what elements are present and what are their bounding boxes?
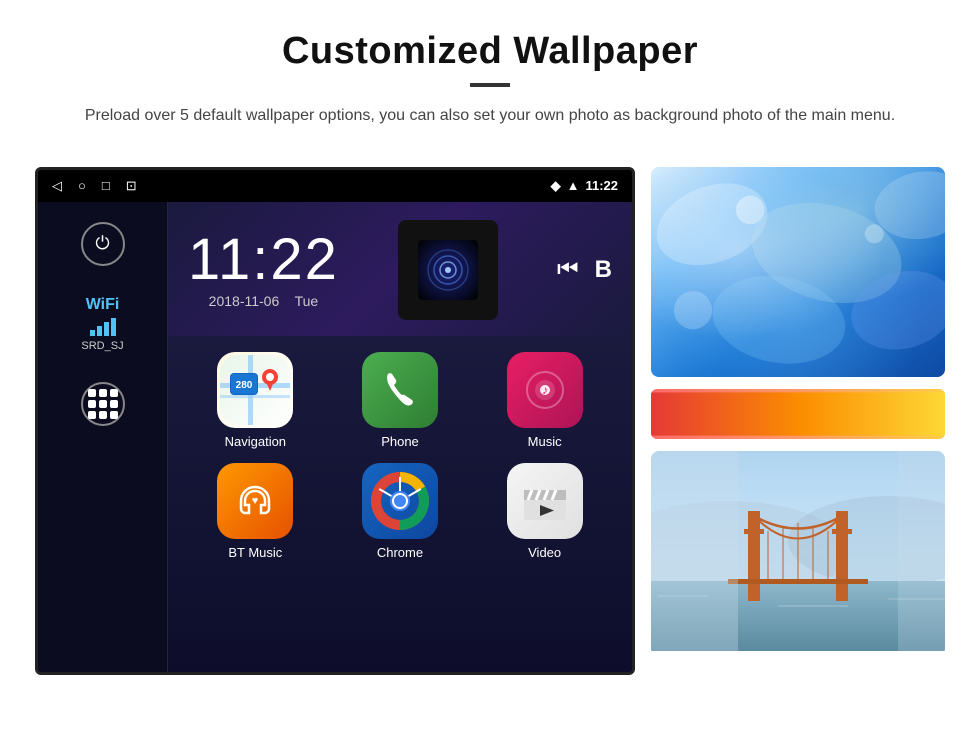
android-screen: ◁ ○ □ ⊡ ◆ ▲ 11:22 ⏻ WiFi xyxy=(35,167,635,675)
wallpaper-bridge xyxy=(651,451,945,656)
home-icon: ○ xyxy=(78,178,86,193)
app-chrome[interactable]: Chrome xyxy=(352,463,447,560)
clock-time: 11:22 xyxy=(188,231,339,289)
prev-track-icon[interactable]: ⏮ xyxy=(557,256,579,284)
phone-svg xyxy=(380,370,420,410)
wifi-bar-3 xyxy=(104,322,109,336)
center-area: 11:22 2018-11-06 Tue xyxy=(168,202,632,672)
content-area: ◁ ○ □ ⊡ ◆ ▲ 11:22 ⏻ WiFi xyxy=(0,147,980,705)
nav-map-svg: 280 xyxy=(220,355,290,425)
btmusic-icon: ♥ xyxy=(217,463,293,539)
btmusic-svg: ♥ xyxy=(235,481,275,521)
clock-info: 11:22 2018-11-06 Tue xyxy=(188,231,339,309)
carsetting-label: CarSetting xyxy=(767,660,828,675)
apps-dot xyxy=(110,389,118,397)
wifi-label: WiFi xyxy=(81,296,123,314)
app-grid: 280 Navigation xyxy=(168,336,632,672)
svg-text:280: 280 xyxy=(236,380,253,391)
title-underline xyxy=(470,83,510,87)
svg-text:♪: ♪ xyxy=(542,383,548,397)
video-icon xyxy=(507,463,583,539)
clock-area: 11:22 2018-11-06 Tue xyxy=(168,202,632,336)
wifi-bar-4 xyxy=(111,318,116,336)
navigation-icon: 280 xyxy=(217,352,293,428)
recents-icon: □ xyxy=(102,178,110,193)
apps-dot xyxy=(88,389,96,397)
phone-label: Phone xyxy=(381,434,419,449)
music-label: Music xyxy=(528,434,562,449)
wifi-ssid: SRD_SJ xyxy=(81,340,123,352)
music-svg: ♪ xyxy=(525,370,565,410)
phone-icon xyxy=(362,352,438,428)
app-music[interactable]: ♪ Music xyxy=(497,352,592,449)
media-widget xyxy=(398,220,498,320)
app-row-1: 280 Navigation xyxy=(188,352,612,449)
bridge-wallpaper-svg xyxy=(651,451,945,651)
apps-grid-icon xyxy=(88,389,118,419)
page-title: Customized Wallpaper xyxy=(60,30,920,73)
screen-body: ⏻ WiFi SRD_SJ xyxy=(38,202,632,672)
chrome-svg xyxy=(370,471,430,531)
wallpaper-bridge-container: CarSetting xyxy=(651,451,945,675)
next-track-label[interactable]: B xyxy=(595,256,612,284)
wifi-bar-1 xyxy=(90,330,95,336)
clock-date: 2018-11-06 Tue xyxy=(188,293,339,309)
app-row-2: ♥ BT Music xyxy=(188,463,612,560)
chrome-icon xyxy=(362,463,438,539)
app-phone[interactable]: Phone xyxy=(352,352,447,449)
location-icon: ◆ xyxy=(551,178,561,194)
status-bar-right: ◆ ▲ 11:22 xyxy=(551,178,618,194)
apps-dot xyxy=(88,411,96,419)
wifi-widget: WiFi SRD_SJ xyxy=(81,296,123,352)
apps-dot xyxy=(99,411,107,419)
apps-dot xyxy=(99,389,107,397)
video-label: Video xyxy=(528,545,561,560)
strip-svg xyxy=(651,389,945,439)
app-navigation[interactable]: 280 Navigation xyxy=(208,352,303,449)
ice-wallpaper-svg xyxy=(651,167,945,377)
wifi-bar-2 xyxy=(97,326,102,336)
apps-dot xyxy=(99,400,107,408)
sidebar: ⏻ WiFi SRD_SJ xyxy=(38,202,168,672)
screenshot-icon: ⊡ xyxy=(126,178,137,194)
page-header: Customized Wallpaper Preload over 5 defa… xyxy=(0,0,980,147)
wallpaper-ice xyxy=(651,167,945,377)
svg-text:♥: ♥ xyxy=(252,495,259,507)
signal-icon xyxy=(423,245,473,295)
apps-button[interactable] xyxy=(81,382,125,426)
music-icon: ♪ xyxy=(507,352,583,428)
status-bar: ◁ ○ □ ⊡ ◆ ▲ 11:22 xyxy=(38,170,632,202)
navigation-label: Navigation xyxy=(225,434,286,449)
btmusic-label: BT Music xyxy=(228,545,282,560)
wifi-bars xyxy=(81,318,123,336)
video-svg xyxy=(520,476,570,526)
power-button[interactable]: ⏻ xyxy=(81,222,125,266)
wifi-icon: ▲ xyxy=(567,178,580,193)
page-description: Preload over 5 default wallpaper options… xyxy=(80,103,900,129)
wallpaper-panel: CarSetting xyxy=(651,167,945,675)
status-bar-left: ◁ ○ □ ⊡ xyxy=(52,178,137,194)
power-icon: ⏻ xyxy=(95,233,109,254)
app-video[interactable]: Video xyxy=(497,463,592,560)
apps-dot xyxy=(88,400,96,408)
app-btmusic[interactable]: ♥ BT Music xyxy=(208,463,303,560)
apps-dot xyxy=(110,411,118,419)
status-time: 11:22 xyxy=(585,178,618,193)
chrome-label: Chrome xyxy=(377,545,423,560)
apps-dot xyxy=(110,400,118,408)
media-controls: ⏮ B xyxy=(557,256,612,284)
media-inner xyxy=(418,240,478,300)
wallpaper-strip xyxy=(651,389,945,439)
back-icon: ◁ xyxy=(52,178,62,194)
